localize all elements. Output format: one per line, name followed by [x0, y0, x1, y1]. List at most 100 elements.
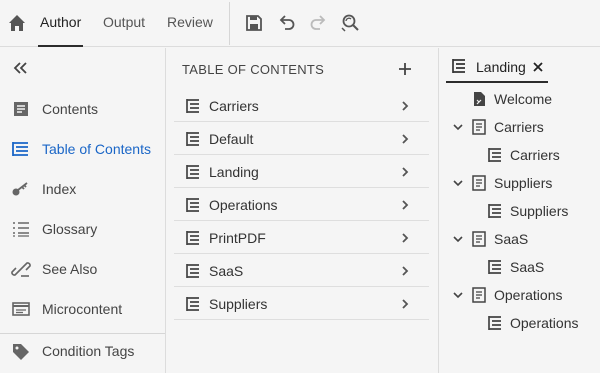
tag-icon [10, 341, 32, 361]
toc-item-label: Carriers [209, 98, 259, 114]
toc-list-item[interactable]: Operations [174, 188, 429, 221]
sidebar-item-label: Index [42, 181, 77, 197]
chevron-right-icon[interactable] [398, 132, 412, 146]
sidebar-item-label: Contents [42, 101, 99, 117]
chevron-right-icon[interactable] [398, 165, 412, 179]
book-icon [470, 118, 488, 136]
book-icon [470, 230, 488, 248]
panel-title: TABLE OF CONTENTS [182, 62, 325, 77]
undo-icon[interactable] [276, 12, 298, 34]
tab-output[interactable]: Output [103, 14, 145, 47]
toolbar-divider [229, 2, 230, 45]
sidebar-item-label: Condition Tags [42, 343, 135, 359]
microcontent-icon [10, 299, 32, 319]
toc-item-label: SaaS [209, 263, 244, 279]
toc-icon [184, 97, 202, 115]
chevron-right-icon[interactable] [398, 231, 412, 245]
contents-icon [10, 99, 32, 119]
toc-icon [184, 295, 202, 313]
toc-icon [184, 163, 202, 181]
tree-node[interactable]: SaaS [440, 255, 600, 279]
tree-node-label: SaaS [510, 259, 545, 275]
toc-list-item[interactable]: PrintPDF [174, 221, 429, 254]
tree-node[interactable]: Carriers [440, 143, 600, 167]
plus-icon[interactable] [396, 60, 414, 78]
tree-node-label: Carriers [494, 119, 544, 135]
sidebar-item-glossary[interactable]: Glossary [0, 211, 165, 247]
tree-node-label: Welcome [494, 91, 553, 107]
toc-icon [486, 146, 504, 164]
toc-icon [486, 202, 504, 220]
tree-node-label: Operations [510, 315, 579, 331]
sidebar-item-microcontent[interactable]: Microcontent [0, 291, 165, 327]
toc-list-item[interactable]: Landing [174, 155, 429, 188]
sidebar-item-label: See Also [42, 261, 98, 277]
tree-node-label: Carriers [510, 147, 560, 163]
toc-list-item[interactable]: Suppliers [174, 287, 429, 320]
home-icon[interactable] [6, 12, 28, 34]
tab-landing[interactable]: Landing [446, 51, 548, 83]
tree-node-label: SaaS [494, 231, 529, 247]
tab-author[interactable]: Author [37, 14, 84, 47]
close-icon[interactable] [532, 61, 544, 73]
toc-list-item[interactable]: Carriers [174, 89, 429, 122]
chevron-right-icon[interactable] [398, 297, 412, 311]
redo-icon[interactable] [307, 12, 329, 34]
find-replace-icon[interactable] [339, 12, 361, 34]
sidebar-item-see-also[interactable]: See Also [0, 251, 165, 287]
tree-node-label: Suppliers [510, 203, 569, 219]
sidebar-item-index[interactable]: Index [0, 171, 165, 207]
toc-item-label: Landing [209, 164, 259, 180]
toc-list-item[interactable]: Default [174, 122, 429, 155]
tree-node-label: Operations [494, 287, 563, 303]
sidebar-item-condition-tags[interactable]: Condition Tags [0, 333, 165, 369]
toc-icon [450, 57, 468, 75]
tree-node[interactable]: Operations [440, 283, 600, 307]
chevron-down-icon[interactable] [452, 121, 464, 133]
toc-panel: TABLE OF CONTENTS Carriers Default Landing… [166, 48, 439, 373]
tree-node[interactable]: Welcome [440, 87, 600, 111]
toc-item-label: Default [209, 131, 254, 147]
tree-node[interactable]: Operations [440, 311, 600, 335]
book-icon [470, 286, 488, 304]
toc-item-label: PrintPDF [209, 230, 266, 246]
chevron-down-icon[interactable] [452, 289, 464, 301]
chevron-right-icon[interactable] [398, 198, 412, 212]
left-sidebar: Contents Table of Contents Index Glossar… [0, 48, 166, 373]
tree-node[interactable]: Suppliers [440, 199, 600, 223]
tree-node[interactable]: Suppliers [440, 171, 600, 195]
tree-node-label: Suppliers [494, 175, 553, 191]
toc-icon [184, 229, 202, 247]
collapse-sidebar-icon[interactable] [10, 58, 32, 78]
sidebar-item-label: Glossary [42, 221, 98, 237]
tab-review[interactable]: Review [167, 14, 213, 47]
sidebar-item-label: Table of Contents [42, 141, 151, 157]
link-icon [10, 259, 32, 279]
sidebar-item-table-of-contents[interactable]: Table of Contents [0, 131, 165, 167]
top-toolbar: Author Output Review [0, 0, 600, 47]
save-icon[interactable] [243, 12, 265, 34]
topic-file-icon [470, 90, 488, 108]
tab-label: Landing [476, 59, 526, 75]
toc-icon [486, 258, 504, 276]
toc-icon [184, 262, 202, 280]
chevron-right-icon[interactable] [398, 264, 412, 278]
toc-icon [184, 196, 202, 214]
toc-icon [10, 139, 32, 159]
book-icon [470, 174, 488, 192]
tree-node[interactable]: Carriers [440, 115, 600, 139]
toc-item-label: Operations [209, 197, 278, 213]
toc-list-item[interactable]: SaaS [174, 254, 429, 287]
glossary-icon [10, 219, 32, 239]
sidebar-item-contents[interactable]: Contents [0, 91, 165, 127]
tree-node[interactable]: SaaS [440, 227, 600, 251]
chevron-down-icon[interactable] [452, 177, 464, 189]
toc-tree-panel: Landing Welcome Carriers Carriers Suppliers… [440, 48, 600, 373]
key-icon [10, 179, 32, 199]
sidebar-item-label: Microcontent [42, 301, 123, 317]
toc-icon [184, 130, 202, 148]
toc-icon [486, 314, 504, 332]
chevron-down-icon[interactable] [452, 233, 464, 245]
chevron-right-icon[interactable] [398, 99, 412, 113]
toc-item-label: Suppliers [209, 296, 268, 312]
